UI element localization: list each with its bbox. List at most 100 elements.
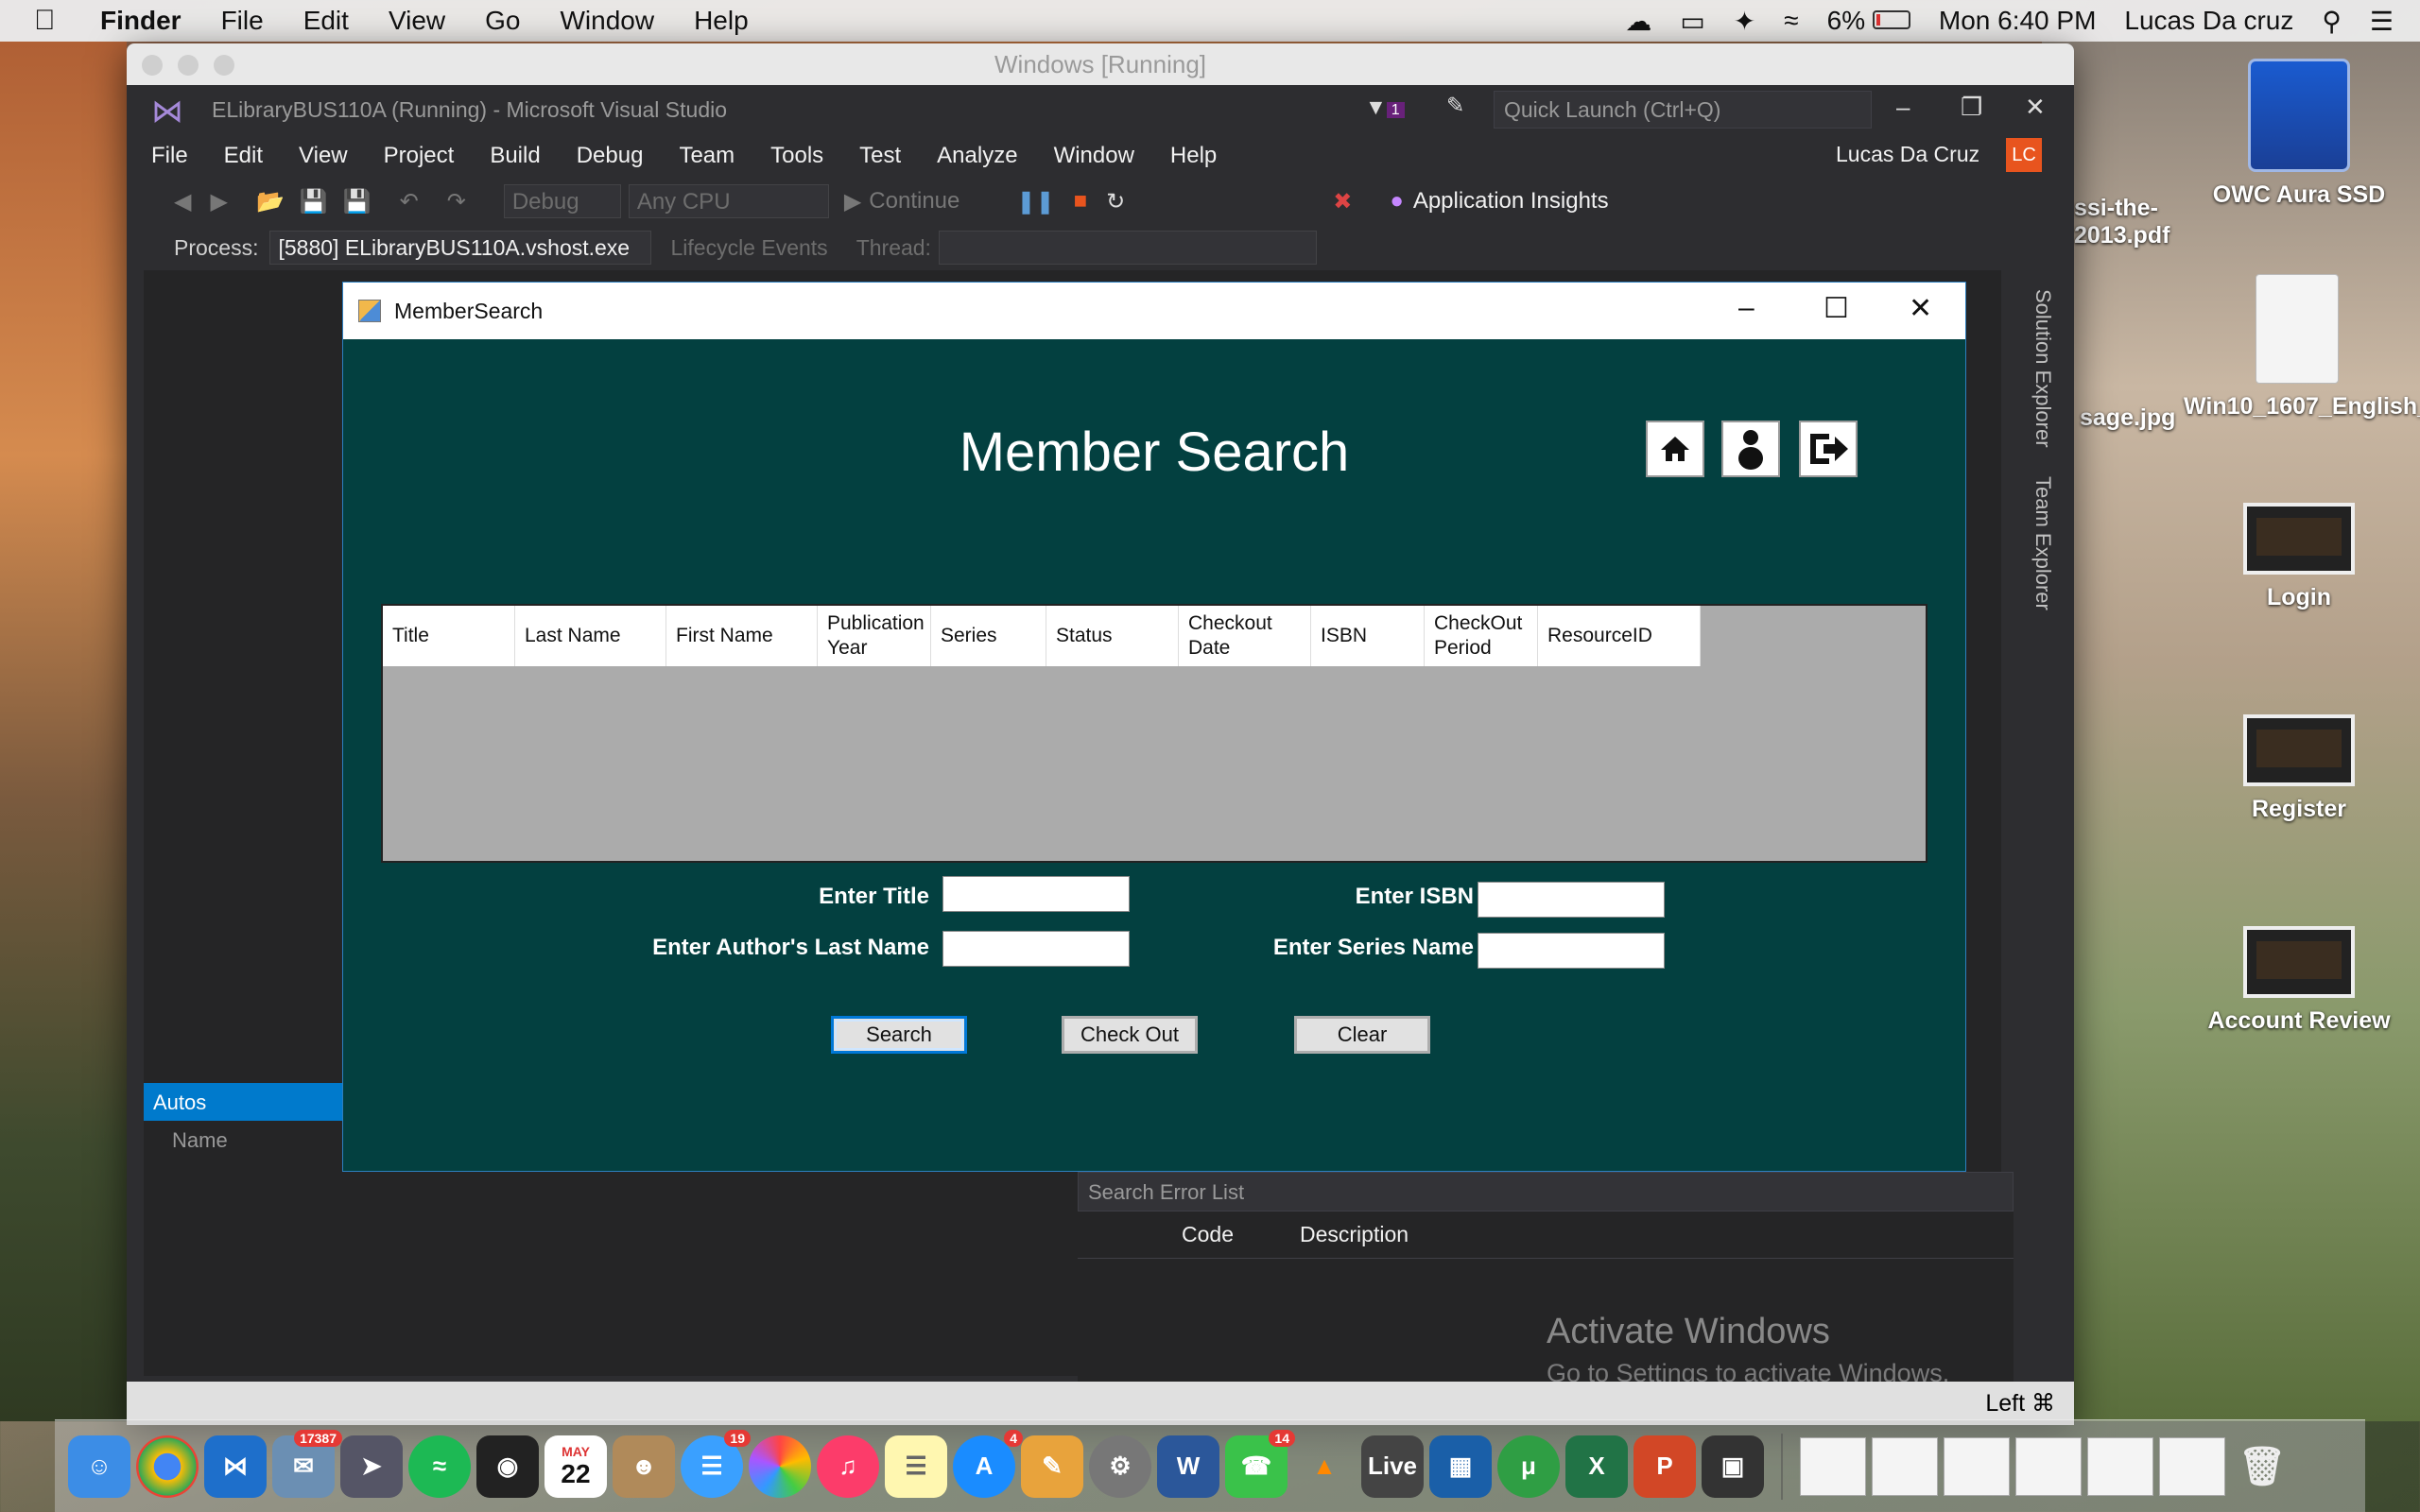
close-icon[interactable]: ✕ [2025,93,2046,122]
col-resource-id[interactable]: ResourceID [1538,606,1701,666]
code-column-header[interactable]: Code [1182,1222,1234,1247]
desktop-file-jpg[interactable]: sage.jpg [2080,404,2175,432]
menu-clock[interactable]: Mon 6:40 PM [1939,6,2097,36]
vs-menu-build[interactable]: Build [490,143,540,169]
audio-app-dock-icon[interactable]: ◉ [476,1435,539,1498]
save-icon[interactable]: 💾 [300,188,328,215]
vs-menu-tools[interactable]: Tools [770,143,823,169]
bluetooth-icon[interactable]: ✦ [1734,6,1755,37]
excel-dock-icon[interactable]: X [1565,1435,1628,1498]
notes-dock-icon[interactable]: ☰ [885,1435,947,1498]
app-store-dock-icon[interactable]: A4 [953,1429,1023,1498]
open-file-icon[interactable]: 📂 [256,188,285,215]
virtualbox-dock-icon[interactable]: ▦ [1429,1435,1492,1498]
menu-edit[interactable]: Edit [303,6,349,36]
col-first-name[interactable]: First Name [666,606,818,666]
desktop-file-pdf[interactable]: ssi-the-2013.pdf [2074,195,2178,249]
col-status[interactable]: Status [1046,606,1179,666]
vs-menu-help[interactable]: Help [1170,143,1217,169]
spotify-dock-icon[interactable]: ≈ [408,1435,471,1498]
chrome-dock-icon[interactable] [136,1435,199,1498]
vs-account-avatar[interactable]: LC [2006,138,2042,172]
word-dock-icon[interactable]: W [1157,1435,1219,1498]
description-column-header[interactable]: Description [1300,1222,1409,1247]
utorrent-dock-icon[interactable]: μ [1497,1435,1560,1498]
breakpoints-icon[interactable]: ✖ [1333,188,1352,215]
notification-filter-icon[interactable]: ▼ 1 [1365,94,1405,120]
menu-file[interactable]: File [221,6,264,36]
undo-icon[interactable]: ↶ [400,188,419,215]
menu-app-finder[interactable]: Finder [100,6,182,36]
configuration-dropdown[interactable]: Debug [503,184,621,218]
vs-menu-edit[interactable]: Edit [224,143,263,169]
menu-view[interactable]: View [389,6,445,36]
save-all-icon[interactable]: 💾 [343,188,372,215]
col-publication-year[interactable]: Publication Year [818,606,931,666]
vs-menu-file[interactable]: File [151,143,188,169]
zoom-window-icon[interactable] [214,55,234,76]
messages-dock-icon[interactable]: ☰ 19 [681,1429,751,1498]
creative-cloud-icon[interactable]: ☁ [1625,6,1651,37]
forward-icon[interactable]: ▶ [210,188,227,215]
photos-dock-icon[interactable] [749,1435,811,1498]
recent-document-thumbnail[interactable] [2159,1436,2225,1496]
minimize-window-icon[interactable] [178,55,199,76]
mail-dock-icon[interactable]: ✉ 17387 [272,1429,342,1498]
menu-go[interactable]: Go [485,6,520,36]
author-input[interactable] [942,931,1130,967]
powerpoint-dock-icon[interactable]: P [1634,1435,1696,1498]
member-search-titlebar[interactable]: MemberSearch – ☐ ✕ [343,283,1965,339]
calendar-dock-icon[interactable]: MAY 22 [544,1435,607,1498]
pages-dock-icon[interactable]: ✎ [1021,1435,1083,1498]
lifecycle-events-dropdown[interactable]: Lifecycle Events [670,235,827,261]
desktop-icon-owc-ssd[interactable]: OWC Aura SSD [2195,59,2403,209]
wifi-icon[interactable]: ≈ [1784,6,1798,36]
col-title[interactable]: Title [383,606,515,666]
col-checkout-date[interactable]: Checkout Date [1179,606,1311,666]
desktop-icon-iso[interactable]: Win10_1607_English_x64.iso [2184,274,2420,421]
error-list-search-input[interactable]: Search Error List [1078,1172,2014,1211]
redo-icon[interactable]: ↷ [447,188,466,215]
restart-icon[interactable]: ↻ [1106,188,1125,215]
battery-icon[interactable] [1872,10,1910,29]
stop-icon[interactable]: ■ [1074,188,1088,215]
desktop-icon-register[interactable]: Register [2195,714,2403,823]
col-checkout-period[interactable]: CheckOut Period [1425,606,1538,666]
quick-launch-input[interactable]: Quick Launch (Ctrl+Q) [1494,91,1872,129]
col-last-name[interactable]: Last Name [515,606,666,666]
menu-window[interactable]: Window [560,6,654,36]
maximize-icon[interactable]: ☐ [1824,292,1849,325]
home-button[interactable] [1646,421,1704,477]
feedback-icon[interactable]: ✎ [1446,93,1464,118]
isbn-input[interactable] [1478,882,1665,918]
vscode-dock-icon[interactable]: ⋈ [204,1435,267,1498]
vs-menu-test[interactable]: Test [859,143,901,169]
recent-document-thumbnail[interactable] [1872,1436,1938,1496]
minimize-icon[interactable]: – [1896,93,1910,122]
clear-button[interactable]: Clear [1294,1016,1430,1054]
process-dropdown[interactable]: [5880] ELibraryBUS110A.vshost.exe [269,231,652,265]
check-out-button[interactable]: Check Out [1062,1016,1198,1054]
continue-button[interactable]: Continue [869,188,959,215]
vlc-dock-icon[interactable]: ▲ [1293,1435,1356,1498]
team-explorer-tab[interactable]: Team Explorer [2031,476,2055,610]
menu-help[interactable]: Help [694,6,749,36]
system-preferences-dock-icon[interactable]: ⚙ [1089,1435,1151,1498]
recent-document-thumbnail[interactable] [2015,1436,2082,1496]
spotlight-search-icon[interactable]: ⚲ [2322,6,2342,37]
menu-user[interactable]: Lucas Da cruz [2124,6,2293,36]
search-button[interactable]: Search [831,1016,967,1054]
desktop-icon-login[interactable]: Login [2195,503,2403,611]
logout-button[interactable] [1799,421,1858,477]
facetime-dock-icon[interactable]: ☎ 14 [1225,1429,1295,1498]
profile-button[interactable] [1721,421,1780,477]
vs-menu-view[interactable]: View [299,143,348,169]
itunes-dock-icon[interactable]: ♫ [817,1435,879,1498]
col-isbn[interactable]: ISBN [1311,606,1425,666]
finder-dock-icon[interactable]: ☺ [68,1435,130,1498]
vs-menu-debug[interactable]: Debug [577,143,644,169]
trash-dock-icon[interactable]: 🗑 [2231,1435,2293,1498]
notification-center-icon[interactable]: ☰ [2370,6,2394,37]
vs-menu-project[interactable]: Project [384,143,455,169]
close-window-icon[interactable] [142,55,163,76]
